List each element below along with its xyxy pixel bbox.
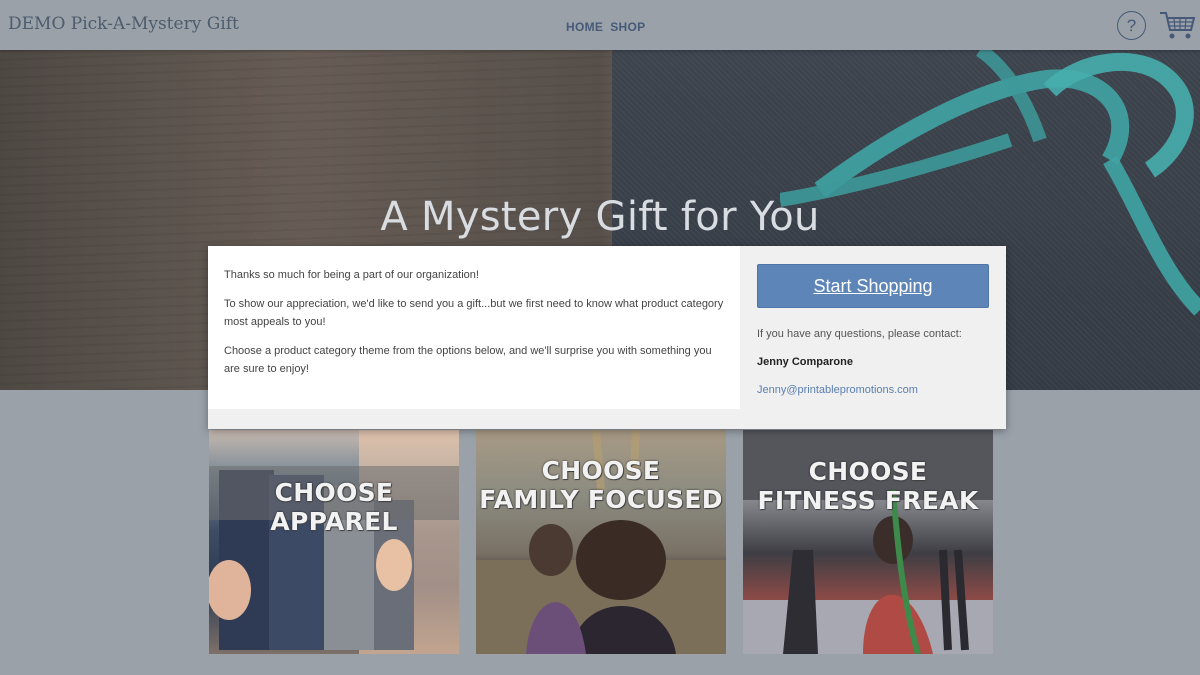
contact-name: Jenny Comparone xyxy=(757,356,853,368)
top-navbar: DEMO Pick-A-Mystery Gift HOME SHOP ? xyxy=(0,0,1200,50)
welcome-card: Thanks so much for being a part of our o… xyxy=(208,246,1006,429)
category-label-family-line2: FAMILY FOCUSED xyxy=(479,485,723,514)
welcome-message: Thanks so much for being a part of our o… xyxy=(208,246,740,429)
instructions-paragraph: Choose a product category theme from the… xyxy=(224,345,712,375)
hero-title: A Mystery Gift for You xyxy=(380,194,820,240)
main-nav: HOME SHOP xyxy=(566,20,645,34)
contact-label: If you have any questions, please contac… xyxy=(757,328,962,340)
brand-title[interactable]: DEMO Pick-A-Mystery Gift xyxy=(8,14,239,34)
contact-email-link[interactable]: Jenny@printablepromotions.com xyxy=(757,384,989,396)
category-label-fitness-line2: FITNESS FREAK xyxy=(757,486,979,515)
category-tile-fitness[interactable]: CHOOSE FITNESS FREAK xyxy=(743,430,993,654)
category-tile-apparel[interactable]: CHOOSE APPAREL xyxy=(209,430,459,654)
welcome-paragraph: Thanks so much for being a part of our o… xyxy=(224,269,479,281)
nav-home-link[interactable]: HOME xyxy=(566,20,603,34)
card-footer-strip xyxy=(208,409,740,429)
nav-shop-link[interactable]: SHOP xyxy=(610,20,645,34)
clothing-rack-image xyxy=(209,470,414,650)
category-label-fitness-line1: CHOOSE xyxy=(808,457,928,486)
appreciation-paragraph: To show our appreciation, we'd like to s… xyxy=(224,298,724,328)
contact-panel: Start Shopping If you have any questions… xyxy=(740,246,1006,429)
help-icon[interactable]: ? xyxy=(1117,11,1146,40)
category-label-family-line1: CHOOSE xyxy=(541,456,661,485)
start-shopping-button[interactable]: Start Shopping xyxy=(757,264,989,308)
category-tile-family[interactable]: CHOOSE FAMILY FOCUSED xyxy=(476,430,726,654)
category-label-apparel: CHOOSE APPAREL xyxy=(270,478,398,536)
cart-icon[interactable] xyxy=(1158,10,1196,42)
help-icon-glyph: ? xyxy=(1126,15,1137,35)
